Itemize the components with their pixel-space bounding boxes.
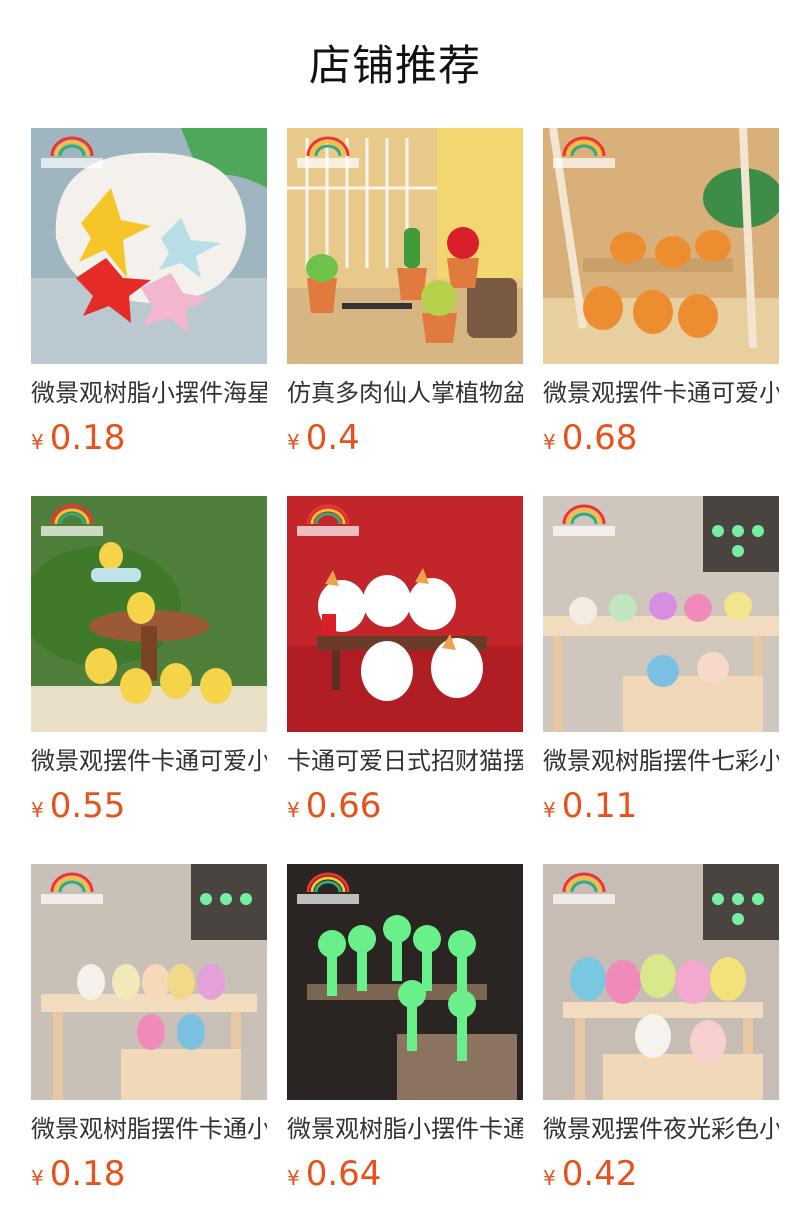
rainbow-logo-icon bbox=[41, 872, 103, 904]
product-title[interactable]: 微景观树脂摆件卡通小兔 bbox=[31, 1112, 267, 1146]
product-image[interactable] bbox=[31, 496, 267, 732]
rainbow-logo-icon bbox=[41, 504, 103, 536]
product-image[interactable] bbox=[543, 864, 779, 1100]
product-price: ¥0.68 bbox=[543, 418, 779, 458]
product-card[interactable]: 微景观树脂小摆件卡通精灵 ¥0.64 bbox=[287, 864, 523, 1194]
currency-symbol: ¥ bbox=[543, 798, 556, 822]
product-price: ¥0.11 bbox=[543, 786, 779, 826]
product-price: ¥0.66 bbox=[287, 786, 523, 826]
price-value: 0.66 bbox=[305, 786, 382, 826]
product-image[interactable] bbox=[31, 864, 267, 1100]
product-title[interactable]: 微景观摆件卡通可爱小鸡 bbox=[31, 744, 267, 778]
product-card[interactable]: 微景观树脂摆件七彩小鸭 ¥0.11 bbox=[543, 496, 779, 826]
currency-symbol: ¥ bbox=[543, 1166, 556, 1190]
product-price: ¥0.4 bbox=[287, 418, 523, 458]
product-image[interactable] bbox=[543, 496, 779, 732]
product-title[interactable]: 微景观摆件夜光彩色小熊 bbox=[543, 1112, 779, 1146]
product-image[interactable] bbox=[31, 128, 267, 364]
currency-symbol: ¥ bbox=[31, 798, 44, 822]
product-card[interactable]: 微景观摆件卡通可爱小鸡 ¥0.55 bbox=[31, 496, 267, 826]
product-card[interactable]: 微景观树脂摆件卡通小兔 ¥0.18 bbox=[31, 864, 267, 1194]
product-title[interactable]: 微景观摆件卡通可爱小老虎 bbox=[543, 376, 779, 410]
price-value: 0.42 bbox=[561, 1154, 638, 1194]
product-price: ¥0.42 bbox=[543, 1154, 779, 1194]
product-price: ¥0.64 bbox=[287, 1154, 523, 1194]
rainbow-logo-icon bbox=[553, 872, 615, 904]
currency-symbol: ¥ bbox=[31, 430, 44, 454]
price-value: 0.4 bbox=[305, 418, 360, 458]
page-title: 店铺推荐 bbox=[308, 41, 481, 90]
product-image[interactable] bbox=[287, 128, 523, 364]
rainbow-logo-icon bbox=[553, 504, 615, 536]
price-value: 0.64 bbox=[305, 1154, 382, 1194]
product-image[interactable] bbox=[543, 128, 779, 364]
product-grid: 微景观树脂小摆件海星 ¥0.18 仿真多肉仙人掌植物盆 ¥ 0.4 微景观摆件卡… bbox=[31, 128, 779, 1194]
product-price: ¥0.18 bbox=[31, 1154, 267, 1194]
product-card[interactable]: 卡通可爱日式招财猫摆件 ¥0.66 bbox=[287, 496, 523, 826]
currency-symbol: ¥ bbox=[287, 798, 300, 822]
currency-symbol: ¥ bbox=[31, 1166, 44, 1190]
rainbow-logo-icon bbox=[297, 136, 359, 168]
rainbow-logo-icon bbox=[553, 136, 615, 168]
currency-symbol: ¥ bbox=[287, 1166, 300, 1190]
product-price: ¥0.18 bbox=[31, 418, 267, 458]
price-value: 0.55 bbox=[49, 786, 126, 826]
product-title[interactable]: 仿真多肉仙人掌植物盆栽 bbox=[287, 376, 523, 410]
price-value: 0.11 bbox=[561, 786, 638, 826]
product-title[interactable]: 卡通可爱日式招财猫摆件 bbox=[287, 744, 523, 778]
currency-symbol: ¥ bbox=[287, 430, 300, 454]
product-title[interactable]: 微景观树脂小摆件海星 bbox=[31, 376, 267, 410]
product-image[interactable] bbox=[287, 864, 523, 1100]
product-price: ¥0.55 bbox=[31, 786, 267, 826]
price-value: 0.68 bbox=[561, 418, 638, 458]
product-title[interactable]: 微景观树脂摆件七彩小鸭 bbox=[543, 744, 779, 778]
rainbow-logo-icon bbox=[297, 504, 359, 536]
product-card[interactable]: 微景观摆件卡通可爱小老虎 ¥0.68 bbox=[543, 128, 779, 458]
rainbow-logo-icon bbox=[297, 872, 359, 904]
rainbow-logo-icon bbox=[41, 136, 103, 168]
product-card[interactable]: 微景观摆件夜光彩色小熊 ¥0.42 bbox=[543, 864, 779, 1194]
product-card[interactable]: 仿真多肉仙人掌植物盆栽 ¥0.4 bbox=[287, 128, 523, 458]
price-value: 0.18 bbox=[49, 418, 126, 458]
product-card[interactable]: 微景观树脂小摆件海星 ¥0.18 bbox=[31, 128, 267, 458]
product-image[interactable] bbox=[287, 496, 523, 732]
price-value: 0.18 bbox=[49, 1154, 126, 1194]
currency-symbol: ¥ bbox=[543, 430, 556, 454]
product-title[interactable]: 微景观树脂小摆件卡通精灵 bbox=[287, 1112, 523, 1146]
